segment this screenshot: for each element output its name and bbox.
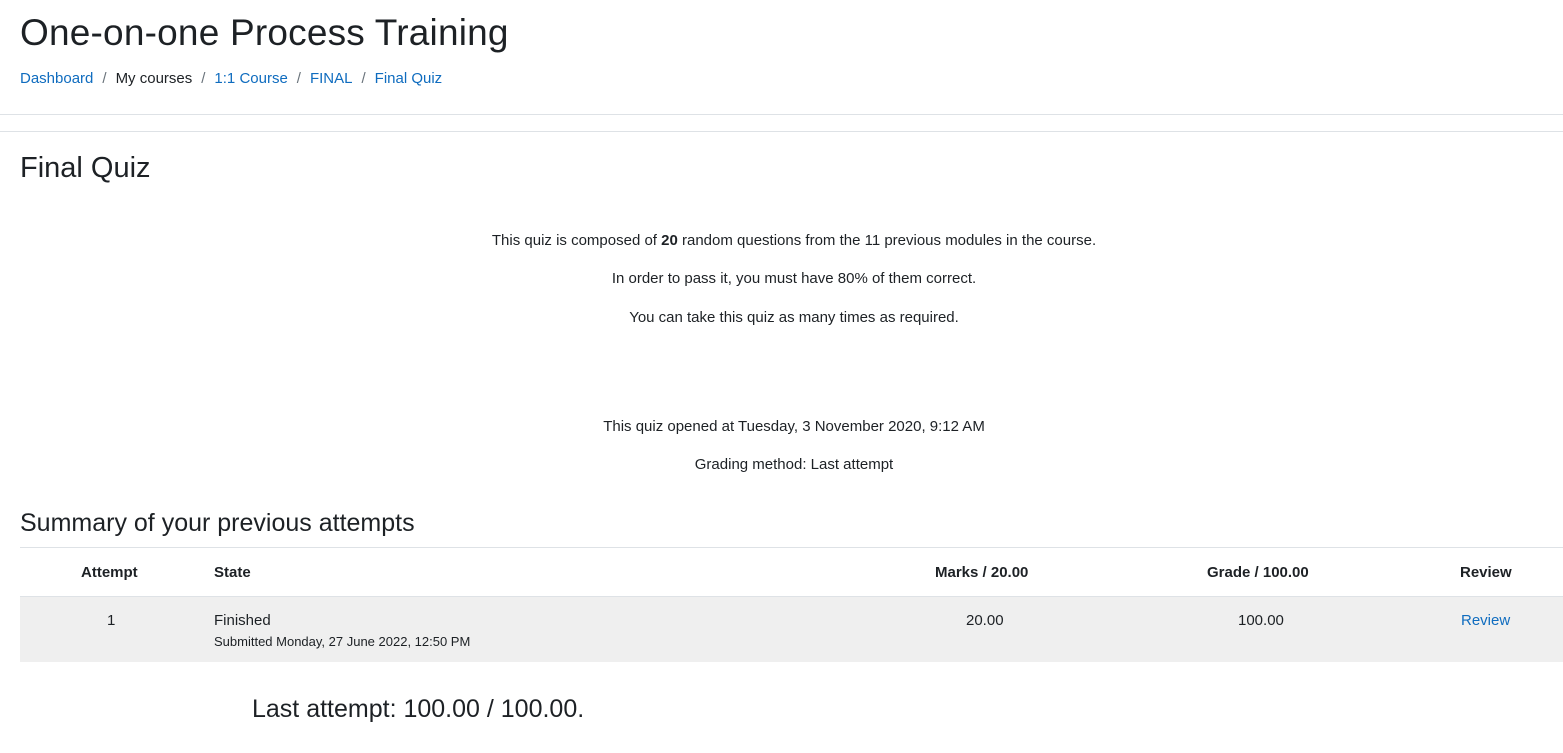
attempt-grade: 100.00 <box>1238 612 1284 629</box>
table-row: 1 Finished Submitted Monday, 27 June 202… <box>20 597 1563 662</box>
review-link[interactable]: Review <box>1461 612 1510 629</box>
content-divider <box>0 131 1563 132</box>
quiz-open-date: This quiz opened at Tuesday, 3 November … <box>603 418 985 435</box>
attempts-table: Attempt State Marks / 20.00 Grade / 100.… <box>20 547 1563 662</box>
column-review: Review <box>1460 564 1512 581</box>
breadcrumb-separator: / <box>201 70 206 87</box>
intro-text: random questions from the 11 previous mo… <box>677 232 1097 249</box>
column-marks: Marks / 20.00 <box>935 564 1029 581</box>
last-attempt-result: Last attempt: 100.00 / 100.00. <box>252 695 585 723</box>
breadcrumb-my-courses: My courses <box>115 70 193 87</box>
breadcrumb: Dashboard / My courses / 1:1 Course / FI… <box>20 70 442 87</box>
attempt-submitted: Submitted Monday, 27 June 2022, 12:50 PM <box>214 634 471 649</box>
quiz-title: Final Quiz <box>20 152 151 184</box>
quiz-page: One-on-one Process Training Dashboard / … <box>0 0 1563 753</box>
breadcrumb-course[interactable]: 1:1 Course <box>214 70 287 87</box>
summary-title: Summary of your previous attempts <box>20 509 415 537</box>
course-title: One-on-one Process Training <box>20 12 509 53</box>
column-attempt: Attempt <box>81 564 138 581</box>
intro-text: This quiz is composed of <box>491 232 662 249</box>
breadcrumb-separator: / <box>361 70 366 87</box>
quiz-intro-line-1: This quiz is composed of 20 random quest… <box>0 232 1563 249</box>
question-count: 20 <box>661 232 678 249</box>
breadcrumb-separator: / <box>296 70 301 87</box>
attempt-marks: 20.00 <box>966 612 1004 629</box>
breadcrumb-final-quiz[interactable]: Final Quiz <box>375 70 443 87</box>
column-grade: Grade / 100.00 <box>1207 564 1309 581</box>
quiz-intro-line-3: You can take this quiz as many times as … <box>629 309 959 326</box>
column-state: State <box>214 564 251 581</box>
breadcrumb-separator: / <box>102 70 107 87</box>
table-header: Attempt State Marks / 20.00 Grade / 100.… <box>20 547 1563 598</box>
attempt-state: Finished <box>214 612 271 629</box>
breadcrumb-final[interactable]: FINAL <box>310 70 353 87</box>
attempt-number: 1 <box>107 612 116 629</box>
quiz-intro-line-2: In order to pass it, you must have 80% o… <box>611 270 977 287</box>
grading-method: Grading method: Last attempt <box>694 456 894 473</box>
header-divider <box>0 114 1563 115</box>
breadcrumb-dashboard[interactable]: Dashboard <box>20 70 93 87</box>
